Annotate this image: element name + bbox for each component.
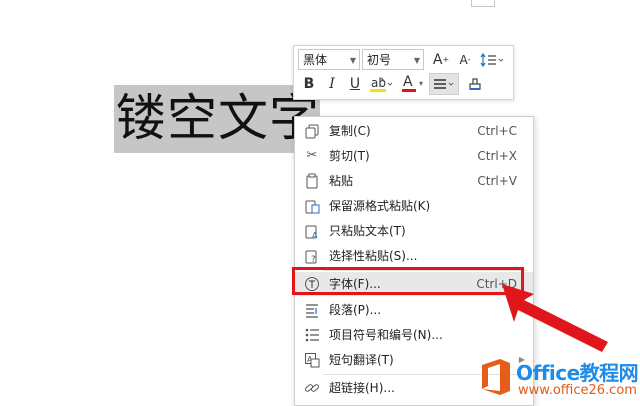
font-size-select[interactable]: 初号 ▼ xyxy=(362,49,424,70)
translate-icon: A xyxy=(304,352,320,368)
menu-item-label: 粘贴 xyxy=(329,174,354,188)
bold-icon: B xyxy=(303,76,315,92)
font-name-value: 黑体 xyxy=(303,53,328,67)
watermark-title: Office教程网 xyxy=(516,361,639,385)
toolbar-row-2: B I U ab A ▾ xyxy=(294,72,513,96)
office-logo-icon xyxy=(482,359,510,395)
grow-font-icon: A xyxy=(432,52,443,68)
bold-button[interactable]: B xyxy=(298,73,320,95)
menu-item-label: 选择性粘贴(S)... xyxy=(329,249,418,263)
menu-item-paste-text[interactable]: A 只粘贴文本(T) xyxy=(295,219,533,243)
menu-item-label: 剪切(T) xyxy=(329,149,370,163)
svg-text:A: A xyxy=(312,231,318,239)
font-color-button[interactable]: A ▾ xyxy=(398,73,426,95)
menu-item-label: 短句翻译(T) xyxy=(329,353,394,367)
line-spacing-icon xyxy=(480,52,504,68)
menu-item-label: 段落(P)... xyxy=(329,303,382,317)
chevron-down-icon: ▾ xyxy=(419,79,424,88)
document-text: 镂空文字 xyxy=(116,89,320,147)
font-name-select[interactable]: 黑体 ▼ xyxy=(298,49,360,70)
font-size-value: 初号 xyxy=(367,53,392,67)
format-painter-icon xyxy=(469,78,481,90)
menu-item-label: 超链接(H)... xyxy=(329,381,395,395)
bullets-icon xyxy=(304,327,320,343)
link-icon xyxy=(304,380,320,396)
selected-text-block[interactable]: 镂空文字 xyxy=(114,85,320,153)
menu-item-cut[interactable]: ✂ 剪切(T) Ctrl+X xyxy=(295,144,533,168)
highlight-color-button[interactable]: ab xyxy=(367,73,395,95)
shrink-font-icon: A xyxy=(459,53,468,67)
menu-item-shortcut: Ctrl+V xyxy=(477,174,517,188)
page-corner-marker xyxy=(471,0,495,7)
watermark-url: www.office26.com xyxy=(518,383,637,398)
font-color-swatch xyxy=(402,89,416,92)
floating-format-toolbar: 黑体 ▼ 初号 ▼ A+ A- B I U ab A ▾ xyxy=(293,45,514,100)
menu-item-copy[interactable]: 复制(C) Ctrl+C xyxy=(295,119,533,143)
line-spacing-button[interactable] xyxy=(478,49,506,71)
align-justify-icon xyxy=(434,79,454,89)
paste-text-icon: A xyxy=(304,223,320,240)
chevron-down-icon: ▼ xyxy=(349,56,356,65)
highlighter-icon: ab xyxy=(370,76,393,92)
underline-icon: U xyxy=(349,76,361,92)
menu-item-paste-keep-format[interactable]: 保留源格式粘贴(K) xyxy=(295,194,533,218)
menu-item-label: 项目符号和编号(N)... xyxy=(329,328,443,342)
underline-button[interactable]: U xyxy=(344,73,366,95)
chevron-down-icon: ▼ xyxy=(413,56,420,65)
menu-item-label: 保留源格式粘贴(K) xyxy=(329,199,431,213)
menu-item-label: 只粘贴文本(T) xyxy=(329,224,406,238)
shrink-font-button[interactable]: A- xyxy=(454,49,476,71)
paste-keep-format-icon xyxy=(304,198,320,214)
paste-special-icon: ? xyxy=(304,248,320,265)
format-painter-button[interactable] xyxy=(464,73,486,95)
menu-item-label: 复制(C) xyxy=(329,124,371,138)
watermark: Office教程网 www.office26.com xyxy=(478,355,640,405)
menu-item-paste[interactable]: 粘贴 Ctrl+V xyxy=(295,169,533,193)
menu-item-shortcut: Ctrl+C xyxy=(477,124,517,138)
scissors-icon: ✂ xyxy=(306,148,318,163)
menu-item-shortcut: Ctrl+X xyxy=(477,149,517,163)
svg-text:?: ? xyxy=(311,255,316,264)
menu-item-paste-special[interactable]: ? 选择性粘贴(S)... xyxy=(295,244,533,268)
align-button[interactable] xyxy=(429,73,459,95)
copy-icon xyxy=(304,123,320,139)
italic-button[interactable]: I xyxy=(321,73,343,95)
toolbar-row-1: 黑体 ▼ 初号 ▼ A+ A- xyxy=(294,48,513,72)
pointer-arrow xyxy=(502,284,608,352)
paragraph-icon xyxy=(304,302,320,318)
italic-icon: I xyxy=(329,76,335,92)
grow-font-button[interactable]: A+ xyxy=(430,49,452,71)
paste-icon xyxy=(304,173,320,189)
svg-text:ab: ab xyxy=(371,76,386,90)
